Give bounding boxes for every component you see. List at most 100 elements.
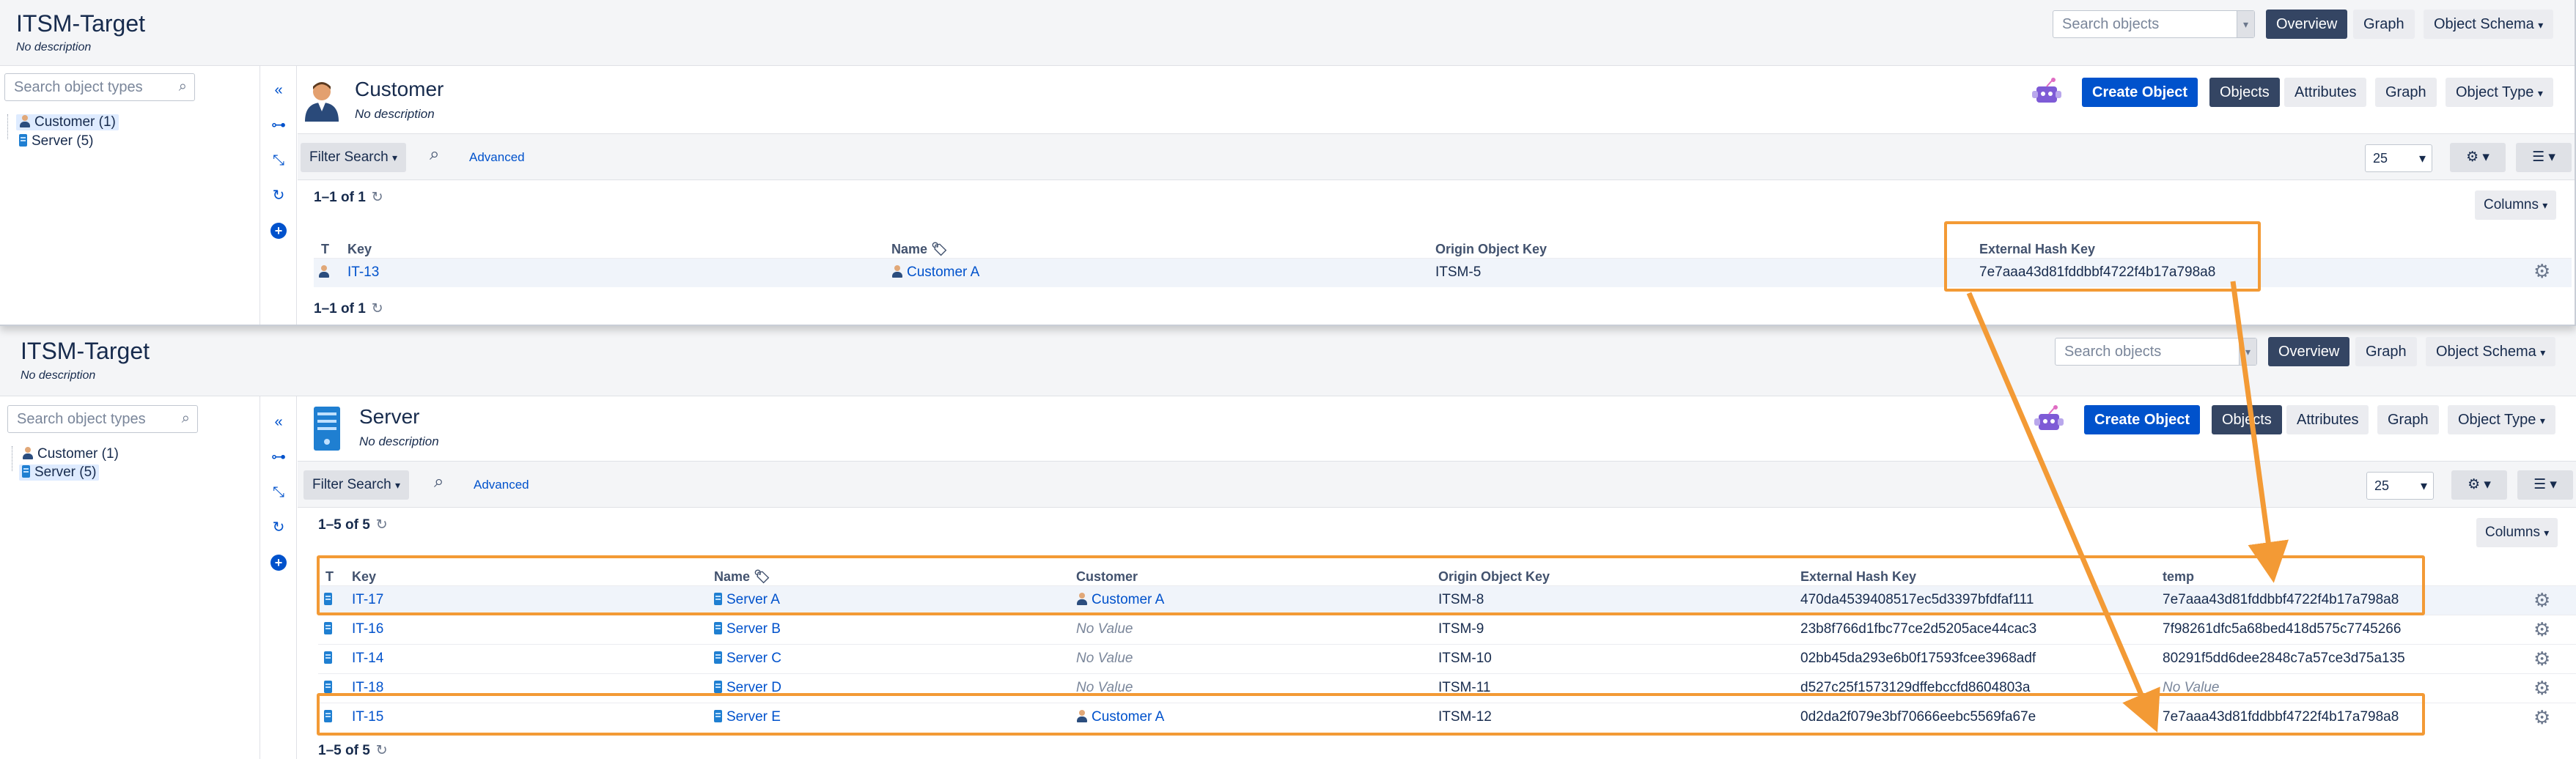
tab-attributes[interactable]: Attributes <box>2286 405 2369 434</box>
gear-icon[interactable]: ⚙ <box>2533 648 2550 670</box>
column-name-label: Name <box>891 242 928 256</box>
row-name-link[interactable]: Server C <box>714 651 781 667</box>
row-name-link[interactable]: Customer A <box>891 264 979 281</box>
gear-icon[interactable]: ⚙ <box>2533 618 2550 641</box>
add-object-type-icon[interactable]: + <box>271 555 287 571</box>
chevron-down-icon: ▾ <box>2539 415 2545 426</box>
server-icon <box>714 622 722 634</box>
column-origin-object-key[interactable]: Origin Object Key <box>1435 242 1547 257</box>
refresh-icon[interactable]: ↻ <box>376 743 388 758</box>
gear-icon[interactable]: ⚙ <box>2533 589 2550 612</box>
search-object-types-input[interactable]: Search object types ⌕ <box>7 405 198 433</box>
row-origin-key: ITSM-10 <box>1438 651 1492 666</box>
overview-button[interactable]: Overview <box>2266 10 2348 39</box>
settings-menu-button[interactable]: ⚙ ▾ <box>2450 143 2506 172</box>
tag-icon: 🏷 <box>931 242 948 256</box>
collapse-icon[interactable]: « <box>271 82 287 98</box>
table-row[interactable]: IT-16 Server B No Value ITSM-9 23b8f766d… <box>318 615 2576 644</box>
refresh-icon[interactable]: ↻ <box>372 190 383 205</box>
row-key-link[interactable]: IT-13 <box>347 264 379 281</box>
filter-search-button[interactable]: Filter Search ▾ <box>301 143 407 172</box>
sidebar-item-label: Customer (1) <box>34 114 116 130</box>
sidebar-item-server[interactable]: Server (5) <box>19 133 93 149</box>
chevron-down-icon: ▾ <box>391 152 398 163</box>
list-icon: ☰ <box>2532 149 2545 165</box>
gear-icon[interactable]: ⚙ <box>2533 677 2550 700</box>
compress-icon[interactable]: ⤡ <box>271 152 287 169</box>
filter-search-label: Filter Search <box>309 149 389 165</box>
tab-objects[interactable]: Objects <box>2209 78 2280 107</box>
compress-icon[interactable]: ⤡ <box>271 484 287 500</box>
automation-icon[interactable] <box>2031 78 2063 107</box>
graph-nav-button[interactable]: Graph <box>2353 10 2415 39</box>
create-object-button[interactable]: Create Object <box>2084 405 2201 434</box>
gear-icon[interactable]: ⚙ <box>2533 260 2550 283</box>
refresh-icon[interactable]: ↻ <box>376 517 388 533</box>
page-size-select[interactable]: 25 ▾ <box>2365 144 2432 172</box>
view-menu-button[interactable]: ☰ ▾ <box>2516 143 2572 172</box>
search-objects-input[interactable]: Search objects ▾ <box>2055 338 2257 366</box>
sidebar-item-server[interactable]: Server (5) <box>19 464 100 481</box>
table-row[interactable]: IT-14 Server C No Value ITSM-10 02bb45da… <box>318 644 2576 673</box>
hierarchy-icon[interactable]: ⊶ <box>271 117 287 133</box>
tab-graph[interactable]: Graph <box>2377 405 2439 434</box>
columns-button[interactable]: Columns ▾ <box>2476 518 2558 547</box>
row-key-link[interactable]: IT-14 <box>352 651 383 667</box>
graph-nav-button[interactable]: Graph <box>2355 337 2417 366</box>
object-schema-button[interactable]: Object Schema ▾ <box>2424 10 2554 39</box>
hierarchy-icon[interactable]: ⊶ <box>271 449 287 465</box>
refresh-icon[interactable]: ↻ <box>271 519 287 536</box>
object-type-button[interactable]: Object Type ▾ <box>2446 78 2553 107</box>
object-schema-button[interactable]: Object Schema ▾ <box>2426 337 2556 366</box>
advanced-search-link[interactable]: Advanced <box>474 478 529 492</box>
row-origin-key: ITSM-5 <box>1435 264 1482 280</box>
app-description: No description <box>21 369 96 382</box>
automation-icon[interactable] <box>2033 405 2065 434</box>
search-objects-placeholder: Search objects <box>2062 16 2160 32</box>
server-icon <box>714 681 722 693</box>
chevron-down-icon[interactable]: ▾ <box>2239 338 2256 365</box>
chevron-down-icon[interactable]: ▾ <box>2237 11 2254 37</box>
app-title: ITSM-Target <box>16 10 146 37</box>
row-key-link[interactable]: IT-16 <box>352 621 383 637</box>
tab-objects[interactable]: Objects <box>2212 405 2282 434</box>
row-temp: 80291f5dd6dee2848c7a57ce3d75a135 <box>2163 651 2405 666</box>
columns-button[interactable]: Columns ▾ <box>2475 190 2557 220</box>
chevron-down-icon: ▾ <box>2420 478 2427 493</box>
search-object-types-input[interactable]: Search object types ⌕ <box>4 73 195 101</box>
object-type-sidebar: Search object types ⌕ Customer (1) Serve… <box>0 66 260 325</box>
object-type-button[interactable]: Object Type ▾ <box>2448 405 2555 434</box>
view-menu-button[interactable]: ☰ ▾ <box>2517 470 2573 500</box>
search-objects-input[interactable]: Search objects ▾ <box>2053 10 2255 38</box>
sidebar-item-customer[interactable]: Customer (1) <box>22 446 119 462</box>
settings-menu-button[interactable]: ⚙ ▾ <box>2451 470 2507 500</box>
filter-search-button[interactable]: Filter Search ▾ <box>303 470 410 500</box>
collapse-icon[interactable]: « <box>271 414 287 430</box>
refresh-icon[interactable]: ↻ <box>372 301 383 316</box>
highlight-server-e-row-box <box>317 693 2425 736</box>
column-name[interactable]: Name 🏷 <box>891 242 948 257</box>
filter-search-label: Filter Search <box>312 477 391 492</box>
chevron-down-icon: ▾ <box>394 479 401 491</box>
add-object-type-icon[interactable]: + <box>271 223 287 239</box>
search-icon[interactable]: ⌕ <box>430 144 439 165</box>
overview-button[interactable]: Overview <box>2268 337 2350 366</box>
page-size-select[interactable]: 25 ▾ <box>2366 472 2434 500</box>
tab-attributes[interactable]: Attributes <box>2284 78 2367 107</box>
row-name-link[interactable]: Server B <box>714 621 781 637</box>
sidebar-item-label: Server (5) <box>32 133 94 149</box>
tab-graph[interactable]: Graph <box>2375 78 2437 107</box>
customer-avatar-icon <box>305 82 339 122</box>
advanced-search-link[interactable]: Advanced <box>469 150 525 165</box>
column-key[interactable]: Key <box>347 242 372 257</box>
gear-icon[interactable]: ⚙ <box>2533 706 2550 729</box>
page-size-value: 25 <box>2374 478 2390 493</box>
search-icon[interactable]: ⌕ <box>434 472 444 492</box>
object-type-title: Server <box>359 405 420 428</box>
row-external-hash: 02bb45da293e6b0f17593fcee3968adf <box>1800 651 2036 666</box>
result-count: 1–5 of 5 ↻ <box>318 517 388 533</box>
chevron-down-icon: ▾ <box>2418 151 2426 166</box>
create-object-button[interactable]: Create Object <box>2082 78 2198 107</box>
refresh-icon[interactable]: ↻ <box>271 188 287 204</box>
sidebar-item-customer[interactable]: Customer (1) <box>16 114 119 130</box>
